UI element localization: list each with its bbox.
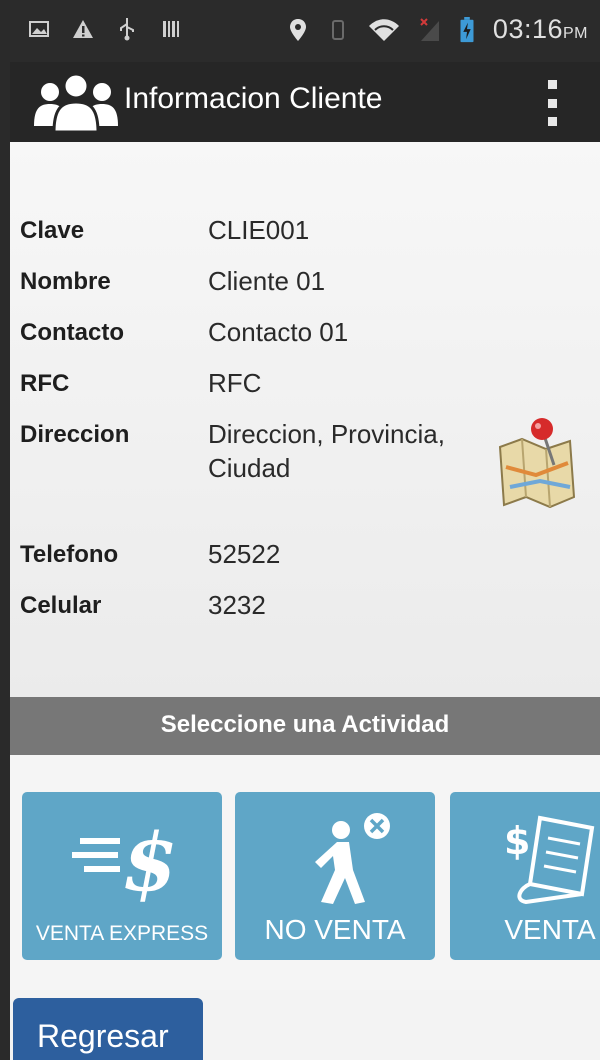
clave-label: Clave [20, 217, 85, 244]
overflow-menu-icon[interactable] [544, 80, 560, 126]
no-venta-label: NO VENTA [264, 914, 406, 945]
telefono-label: Telefono [20, 541, 119, 568]
overflow-dot [547, 98, 557, 108]
battery-charging-icon [460, 16, 474, 42]
venta-express-label: VENTA EXPRESS [35, 922, 209, 945]
status-system: 03:16PM [287, 14, 588, 45]
rfc-value: RFC [208, 368, 262, 398]
contacto-label: Contacto [20, 319, 124, 346]
activity-tiles: $ VENTA EXPRESS NO VENTA $ VENTA [10, 755, 600, 990]
overflow-dot [547, 80, 557, 89]
action-bar: Informacion Cliente [10, 62, 600, 142]
venta-button[interactable]: $ VENTA [450, 792, 600, 960]
no-venta-button[interactable]: NO VENTA [235, 792, 435, 960]
status-notifications [28, 16, 182, 42]
clave-value: CLIE001 [208, 215, 310, 245]
usb-icon [120, 18, 134, 41]
dollar-speed-icon: $ [72, 816, 176, 902]
rfc-label: RFC [20, 370, 70, 397]
map-pin-icon[interactable] [496, 417, 578, 512]
direccion-label: Direccion [20, 421, 130, 448]
location-icon [289, 18, 306, 41]
regresar-label: Regresar [37, 1018, 169, 1054]
regresar-button[interactable]: Regresar [13, 998, 203, 1060]
warning-icon [73, 20, 93, 38]
signal-off-icon [420, 17, 439, 41]
wifi-icon [368, 18, 399, 41]
overflow-dot [547, 117, 557, 126]
receipt-dollar-icon: $ [504, 815, 595, 904]
direccion-line1: Direccion, Provincia, [208, 419, 445, 449]
walking-person-cancel-icon [315, 813, 390, 904]
status-bar: 03:16PM [10, 0, 600, 62]
image-icon [29, 21, 49, 37]
activity-header: Seleccione una Actividad [10, 697, 600, 755]
activity-header-label: Seleccione una Actividad [160, 711, 450, 738]
page-title: Informacion Cliente [124, 82, 383, 115]
svg-text:$: $ [504, 819, 530, 863]
client-info-panel: Clave CLIE001 Nombre Cliente 01 Contacto… [10, 142, 600, 697]
clock-time: 03:16 [492, 14, 563, 44]
venta-express-button[interactable]: $ VENTA EXPRESS [22, 792, 222, 960]
svg-text:$: $ [122, 816, 176, 902]
clock: 03:16PM [493, 14, 588, 45]
celular-label: Celular [20, 592, 102, 619]
direccion-line2: Ciudad [208, 453, 291, 483]
venta-label: VENTA [504, 914, 596, 945]
celular-value: 3232 [208, 590, 266, 620]
nombre-value: Cliente 01 [208, 266, 326, 296]
users-group-icon[interactable] [32, 70, 122, 134]
contacto-value: Contacto 01 [208, 317, 349, 347]
nombre-label: Nombre [20, 268, 111, 295]
clock-ampm: PM [563, 25, 588, 42]
screen: 03:16PM Informacion Cliente Clave CLIE00… [10, 0, 600, 1060]
vibrate-icon [331, 19, 344, 40]
barcode-icon [163, 21, 179, 37]
telefono-value: 52522 [208, 539, 281, 569]
